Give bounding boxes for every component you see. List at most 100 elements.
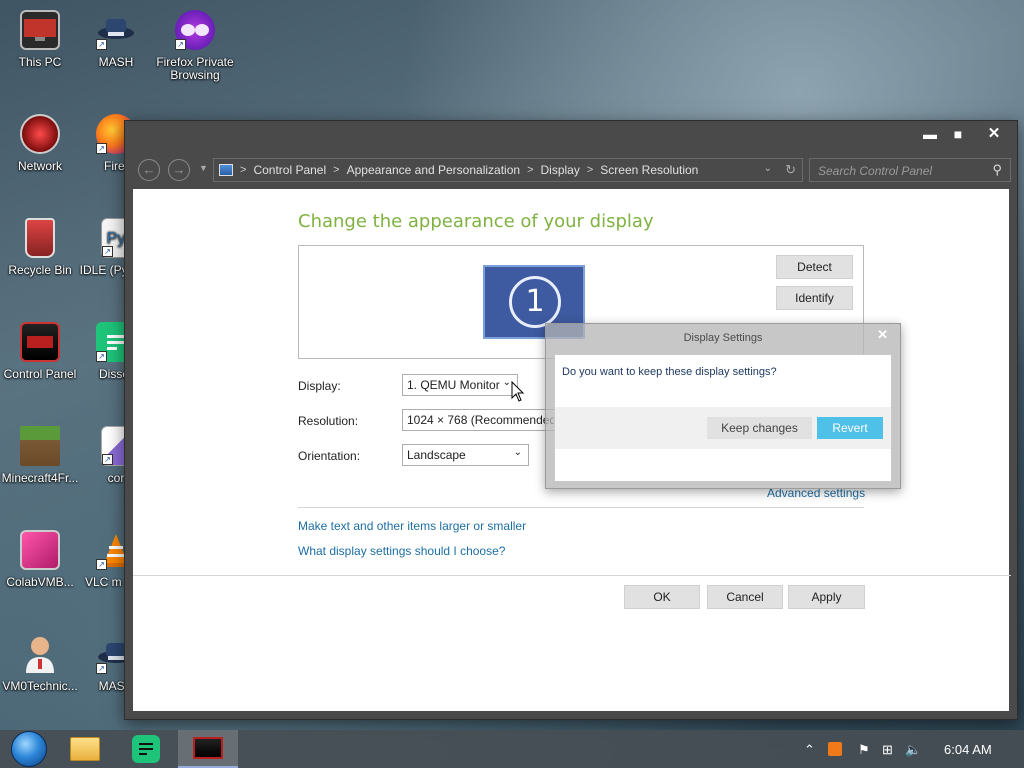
detect-button[interactable]: Detect xyxy=(776,255,853,279)
address-dropdown-chevron-icon[interactable]: ⌄ xyxy=(764,163,772,174)
breadcrumb-item-screen-resolution[interactable]: Screen Resolution xyxy=(600,163,698,177)
revert-button[interactable]: Revert xyxy=(817,417,883,439)
desktop-icon-firefox-private[interactable]: ↗ Firefox Private Browsing xyxy=(155,10,235,82)
taskbar: ⌃ ⚑ ⊞ 🔈 6:04 AM xyxy=(0,730,1024,768)
breadcrumb-separator: > xyxy=(527,164,534,176)
volume-icon[interactable]: 🔈 xyxy=(905,742,921,758)
taskbar-file-explorer[interactable] xyxy=(56,730,114,768)
address-bar: ← → ▼ > Control Panel > Appearance and P… xyxy=(125,153,1017,185)
display-help-link[interactable]: What display settings should I choose? xyxy=(298,544,505,558)
text-size-link[interactable]: Make text and other items larger or smal… xyxy=(298,519,526,533)
dialog-body: Do you want to keep these display settin… xyxy=(554,354,892,482)
recycle-bin-icon xyxy=(25,218,55,258)
breadcrumb-item-appearance[interactable]: Appearance and Personalization xyxy=(347,163,520,177)
page-title: Change the appearance of your display xyxy=(298,211,654,232)
desktop-icon-label: cor xyxy=(107,471,125,485)
monitor-number: 1 xyxy=(509,276,561,328)
shortcut-arrow-icon: ↗ xyxy=(96,351,107,362)
window-titlebar[interactable]: ▬ ■ ✕ xyxy=(125,121,1017,147)
technician-avatar-icon xyxy=(20,634,60,674)
start-orb-icon xyxy=(11,731,47,767)
desktop-icon-this-pc[interactable]: This PC xyxy=(0,10,80,69)
desktop-icon-network[interactable]: Network xyxy=(0,114,80,173)
breadcrumb-separator: > xyxy=(333,164,340,176)
shortcut-arrow-icon: ↗ xyxy=(96,559,107,570)
shortcut-arrow-icon: ↗ xyxy=(102,246,113,257)
dialog-title: Display Settings xyxy=(683,332,763,344)
desktop-icon-control-panel[interactable]: Control Panel xyxy=(0,322,80,381)
ok-button[interactable]: OK xyxy=(624,585,700,609)
control-panel-icon xyxy=(219,164,233,176)
control-panel-icon xyxy=(20,322,60,362)
tray-app-icon[interactable] xyxy=(828,742,842,756)
taskbar-dissenter[interactable] xyxy=(117,730,175,768)
taskbar-control-panel[interactable] xyxy=(178,730,238,768)
breadcrumb-item-display[interactable]: Display xyxy=(541,163,580,177)
folder-icon xyxy=(70,737,100,761)
display-settings-dialog: Display Settings ✕ Do you want to keep t… xyxy=(545,323,901,489)
display-select[interactable]: 1. QEMU Monitor ⌄ xyxy=(402,374,518,396)
shortcut-arrow-icon: ↗ xyxy=(96,143,107,154)
divider xyxy=(133,575,1011,576)
dialog-close-button[interactable]: ✕ xyxy=(877,327,888,343)
forward-button[interactable]: → xyxy=(168,159,190,181)
cancel-button[interactable]: Cancel xyxy=(707,585,783,609)
resolution-value: 1024 × 768 (Recommended) xyxy=(407,413,561,427)
divider xyxy=(298,507,864,508)
orientation-select[interactable]: Landscape ⌄ xyxy=(402,444,529,466)
chevron-down-icon: ⌄ xyxy=(502,377,511,388)
desktop-icon-mash[interactable]: ↗ MASH xyxy=(76,10,156,69)
shortcut-arrow-icon: ↗ xyxy=(175,39,186,50)
desktop-icon-label: ColabVMB... xyxy=(6,575,74,589)
display-value: 1. QEMU Monitor xyxy=(407,378,500,392)
orientation-value: Landscape xyxy=(407,448,466,462)
control-panel-icon xyxy=(193,737,223,759)
dissenter-icon xyxy=(132,735,160,763)
show-hidden-icons-chevron-icon[interactable]: ⌃ xyxy=(804,742,815,758)
breadcrumb-item-control-panel[interactable]: Control Panel xyxy=(253,163,326,177)
desktop-icon-label: Firefox Private Browsing xyxy=(156,55,234,82)
shortcut-arrow-icon: ↗ xyxy=(102,454,113,465)
desktop-icon-label: Recycle Bin xyxy=(8,263,72,277)
search-placeholder: Search Control Panel xyxy=(818,164,933,178)
clock[interactable]: 6:04 AM xyxy=(944,742,992,757)
spy-hat-icon: ↗ xyxy=(96,10,136,50)
recent-pages-chevron-icon[interactable]: ▼ xyxy=(199,163,208,173)
back-button[interactable]: ← xyxy=(138,159,160,181)
chevron-down-icon: ⌄ xyxy=(513,447,522,458)
start-button[interactable] xyxy=(0,730,58,768)
close-button[interactable]: ✕ xyxy=(979,124,1009,144)
action-center-flag-icon[interactable]: ⚑ xyxy=(858,742,870,758)
desktop-icon-minecraft[interactable]: Minecraft4Fr... xyxy=(0,426,80,485)
shortcut-arrow-icon: ↗ xyxy=(96,39,107,50)
breadcrumb[interactable]: > Control Panel > Appearance and Persona… xyxy=(213,158,803,182)
desktop-icon-label: This PC xyxy=(18,55,62,69)
breadcrumb-separator: > xyxy=(586,164,594,176)
desktop-icon-recycle-bin[interactable]: Recycle Bin xyxy=(0,218,80,277)
keep-changes-button[interactable]: Keep changes xyxy=(707,417,812,439)
desktop-icon-label: MASH xyxy=(98,55,134,69)
desktop-icon-colabvm[interactable]: ColabVMB... xyxy=(0,530,80,589)
network-globe-icon xyxy=(20,114,60,154)
desktop-icon-label: Control Panel xyxy=(3,367,77,381)
maximize-button[interactable]: ■ xyxy=(943,124,973,144)
minimize-button[interactable]: ▬ xyxy=(915,124,945,144)
identify-button[interactable]: Identify xyxy=(776,286,853,310)
search-input[interactable]: Search Control Panel ⚲ xyxy=(809,158,1011,182)
apply-button[interactable]: Apply xyxy=(788,585,865,609)
mouse-cursor-icon xyxy=(511,380,525,408)
display-label: Display: xyxy=(298,379,341,393)
network-icon[interactable]: ⊞ xyxy=(882,742,893,758)
refresh-icon[interactable]: ↻ xyxy=(785,162,796,178)
resolution-label: Resolution: xyxy=(298,414,359,428)
search-icon: ⚲ xyxy=(992,162,1002,177)
desktop-icon-vm0technician[interactable]: VM0Technic... xyxy=(0,634,80,693)
dialog-message: Do you want to keep these display settin… xyxy=(562,366,777,378)
orientation-label: Orientation: xyxy=(298,449,361,463)
desktop-icon-label: Network xyxy=(17,159,62,173)
firefox-private-icon: ↗ xyxy=(175,10,215,50)
computer-icon xyxy=(20,10,60,50)
shortcut-arrow-icon: ↗ xyxy=(96,663,107,674)
minecraft-block-icon xyxy=(20,426,60,466)
dialog-button-strip: Keep changes Revert xyxy=(555,407,891,449)
